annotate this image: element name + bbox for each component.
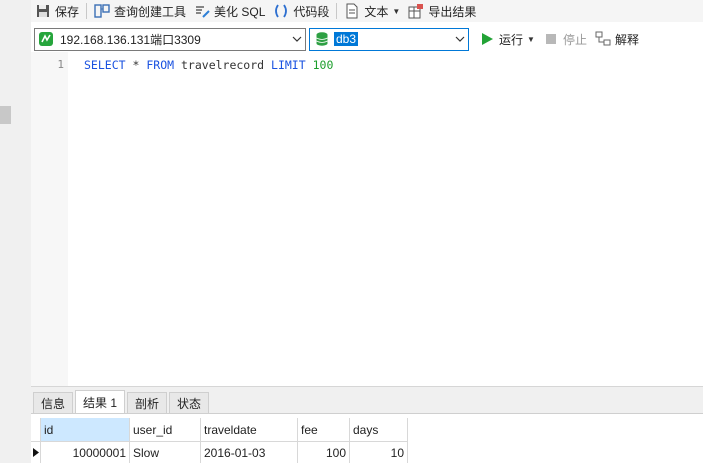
run-button[interactable]: 运行 ▼ xyxy=(475,29,539,49)
result-tabs: 信息 结果 1 剖析 状态 xyxy=(33,390,211,413)
tab-result-1[interactable]: 结果 1 xyxy=(75,390,126,413)
cell-traveldate[interactable]: 2016-01-03 xyxy=(201,442,298,463)
database-select[interactable]: db3 xyxy=(309,27,469,51)
line-number-gutter: 1 xyxy=(31,52,68,386)
connection-icon xyxy=(38,31,54,47)
query-builder-icon xyxy=(94,3,110,19)
explain-label: 解释 xyxy=(614,32,639,47)
result-panel: 信息 结果 1 剖析 状态 id user_id traveldate fee … xyxy=(31,386,703,463)
connection-select[interactable]: 192.168.136.131端口3309 xyxy=(34,27,306,51)
code-snippet-button[interactable]: 代码段 xyxy=(269,1,333,21)
column-header-fee[interactable]: fee xyxy=(298,418,350,442)
toolbar-separator xyxy=(336,3,338,19)
tab-status[interactable]: 状态 xyxy=(169,392,210,413)
stop-button[interactable]: 停止 xyxy=(539,29,591,49)
beautify-sql-label: 美化 SQL xyxy=(214,4,266,19)
scroll-marker[interactable] xyxy=(0,106,11,124)
run-label: 运行 xyxy=(499,32,524,47)
cell-days[interactable]: 10 xyxy=(350,442,408,463)
save-button[interactable]: 保存 xyxy=(31,1,83,21)
export-results-button[interactable]: 导出结果 xyxy=(404,1,480,21)
query-builder-label: 查询创建工具 xyxy=(114,4,187,19)
sql-table-name: travelrecord xyxy=(181,58,265,72)
left-panel-strip xyxy=(0,0,31,463)
connection-toolbar: 192.168.136.131端口3309 db3 运行 ▼ 停止 解释 xyxy=(31,26,703,52)
column-header-id[interactable]: id xyxy=(41,418,130,442)
document-icon xyxy=(344,3,360,19)
code-snippet-label: 代码段 xyxy=(293,4,330,19)
tab-profile[interactable]: 剖析 xyxy=(127,392,168,413)
chevron-down-icon[interactable] xyxy=(289,29,305,50)
tab-info[interactable]: 信息 xyxy=(33,392,74,413)
parentheses-icon xyxy=(273,3,289,19)
header-corner xyxy=(31,418,41,442)
text-label: 文本 xyxy=(364,4,389,19)
beautify-icon xyxy=(194,3,210,19)
cell-fee[interactable]: 100 xyxy=(298,442,350,463)
export-results-label: 导出结果 xyxy=(428,4,477,19)
result-grid: id user_id traveldate fee days 10000001 … xyxy=(31,413,703,463)
sql-keyword-from: FROM xyxy=(146,58,175,72)
table-row[interactable]: 10000001 Slow 2016-01-03 100 10 xyxy=(31,442,408,463)
column-header-days[interactable]: days xyxy=(350,418,408,442)
connection-value: 192.168.136.131端口3309 xyxy=(60,32,201,47)
query-builder-button[interactable]: 查询创建工具 xyxy=(90,1,190,21)
explain-button[interactable]: 解释 xyxy=(591,29,643,49)
grid-header-row: id user_id traveldate fee days xyxy=(31,418,408,442)
database-value: db3 xyxy=(334,32,359,46)
line-number: 1 xyxy=(57,58,64,71)
database-icon xyxy=(314,31,330,47)
column-header-user-id[interactable]: user_id xyxy=(130,418,201,442)
sql-editor[interactable]: 1 SELECT * FROM travelrecord LIMIT 100 xyxy=(31,52,703,386)
text-button[interactable]: 文本 ▼ xyxy=(340,1,404,21)
export-icon xyxy=(408,3,424,19)
stop-label: 停止 xyxy=(562,32,587,47)
main-toolbar: 保存 查询创建工具 美化 SQL 代码段 文本 ▼ 导出结果 xyxy=(31,0,703,22)
beautify-sql-button[interactable]: 美化 SQL xyxy=(190,1,269,21)
chevron-down-icon[interactable]: ▼ xyxy=(392,7,400,16)
sql-keyword-select: SELECT xyxy=(84,58,126,72)
explain-icon xyxy=(595,31,611,47)
play-icon xyxy=(479,31,495,47)
save-label: 保存 xyxy=(55,4,80,19)
chevron-down-icon[interactable] xyxy=(452,29,468,50)
sql-keyword-limit: LIMIT xyxy=(271,58,306,72)
cell-user-id[interactable]: Slow xyxy=(130,442,201,463)
save-icon xyxy=(35,3,51,19)
toolbar-separator xyxy=(86,3,88,19)
current-row-icon xyxy=(31,442,41,463)
sql-code-line[interactable]: SELECT * FROM travelrecord LIMIT 100 xyxy=(84,58,333,72)
sql-limit-count: 100 xyxy=(312,58,334,72)
cell-id[interactable]: 10000001 xyxy=(41,442,130,463)
stop-icon xyxy=(543,31,559,47)
column-header-traveldate[interactable]: traveldate xyxy=(201,418,298,442)
sql-star: * xyxy=(132,58,140,72)
chevron-down-icon[interactable]: ▼ xyxy=(527,35,535,44)
